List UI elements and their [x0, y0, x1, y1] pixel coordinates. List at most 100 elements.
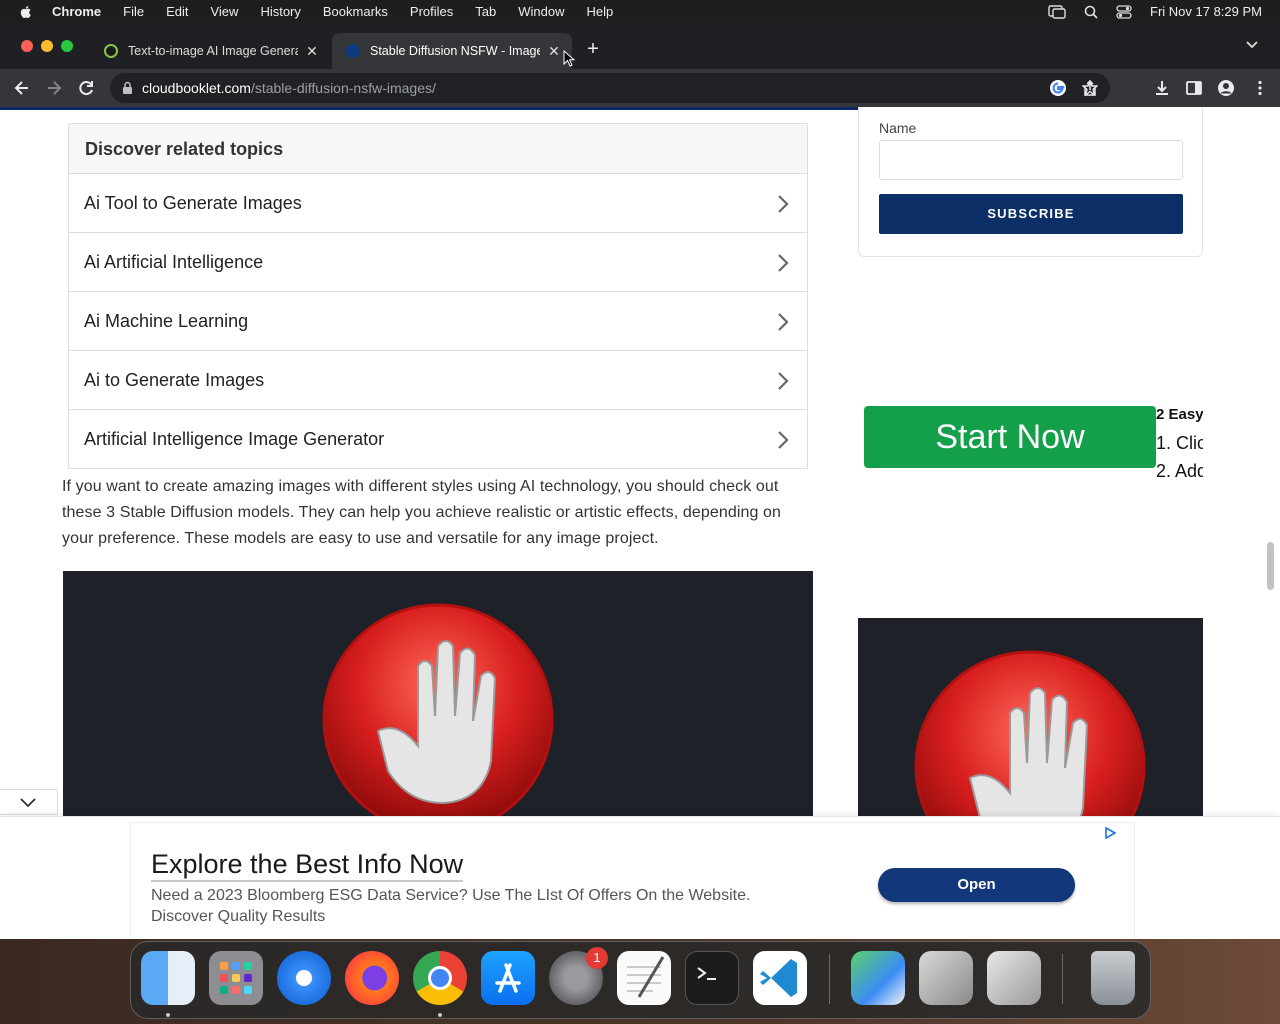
address-bar[interactable]: cloudbooklet.com/stable-diffusion-nsfw-i… — [110, 73, 1110, 103]
tab-text-to-image[interactable]: Text-to-image AI Image Generator ✕ — [90, 33, 330, 69]
ad-open-button[interactable]: Open — [878, 868, 1075, 902]
minimize-window-button[interactable] — [41, 40, 53, 52]
menu-bookmarks[interactable]: Bookmarks — [323, 4, 388, 19]
close-tab-icon[interactable]: ✕ — [304, 43, 320, 59]
textedit-icon[interactable] — [617, 951, 671, 1005]
menu-app-name[interactable]: Chrome — [52, 4, 101, 19]
reload-icon[interactable] — [76, 78, 96, 98]
more-menu-icon[interactable] — [1251, 79, 1269, 97]
related-topic-label: Ai Machine Learning — [84, 311, 249, 331]
new-tab-icon[interactable]: + — [584, 39, 602, 59]
related-topics-box: Discover related topics Ai Tool to Gener… — [68, 123, 808, 469]
chrome-icon[interactable] — [413, 951, 467, 1005]
close-window-button[interactable] — [21, 40, 33, 52]
chevron-right-icon — [778, 431, 789, 449]
ad-step: 2 Easy — [1156, 406, 1203, 423]
ad-headline[interactable]: Explore the Best Info Now — [151, 849, 464, 882]
ad-description: Need a 2023 Bloomberg ESG Data Service? … — [151, 887, 751, 925]
stop-hand-icon — [914, 650, 1146, 838]
firefox-icon[interactable] — [345, 951, 399, 1005]
safari-icon[interactable] — [277, 951, 331, 1005]
article-image — [63, 571, 813, 831]
dock-separator — [829, 954, 830, 1004]
menu-history[interactable]: History — [260, 4, 300, 19]
google-lens-icon[interactable] — [1048, 78, 1068, 98]
settings-badge: 1 — [586, 947, 608, 969]
forward-arrow-icon[interactable] — [44, 78, 64, 98]
back-arrow-icon[interactable] — [12, 78, 32, 98]
terminal-icon[interactable] — [685, 951, 739, 1005]
url-domain: cloudbooklet.com — [142, 80, 251, 96]
boot-camp-assistant-icon[interactable] — [919, 951, 973, 1005]
name-input[interactable] — [879, 140, 1183, 180]
tab-title: Stable Diffusion NSFW - Images — [370, 44, 540, 58]
newsletter-card: Name SUBSCRIBE — [858, 107, 1203, 257]
tab-search-chevron-icon[interactable] — [1246, 41, 1258, 49]
ad-step: 1. Clic — [1156, 433, 1203, 453]
url-text: cloudbooklet.com/stable-diffusion-nsfw-i… — [142, 80, 436, 96]
stop-hand-icon — [322, 603, 554, 831]
macos-menubar: Chrome File Edit View History Bookmarks … — [0, 0, 1280, 23]
menu-window[interactable]: Window — [518, 4, 564, 19]
related-topic-item[interactable]: Ai Tool to Generate Images — [69, 174, 807, 233]
screen-mirroring-icon[interactable] — [1048, 4, 1066, 19]
vscode-icon[interactable] — [753, 951, 807, 1005]
tab-strip: Text-to-image AI Image Generator ✕ Stabl… — [0, 23, 1280, 69]
app-store-icon[interactable] — [481, 951, 535, 1005]
share-icon[interactable] — [1082, 80, 1098, 96]
mouse-cursor-icon — [563, 50, 575, 67]
spotlight-search-icon[interactable] — [1084, 5, 1098, 19]
chevron-right-icon — [778, 372, 789, 390]
tab-stable-diffusion[interactable]: Stable Diffusion NSFW - Images ✕ — [332, 33, 572, 69]
menubar-clock[interactable]: Fri Nov 17 8:29 PM — [1150, 4, 1262, 19]
related-topic-item[interactable]: Ai Artificial Intelligence — [69, 233, 807, 292]
bottom-ad-banner: Explore the Best Info Now Need a 2023 Bl… — [0, 816, 1280, 939]
related-topic-label: Ai Artificial Intelligence — [84, 252, 264, 272]
side-panel-icon[interactable] — [1185, 79, 1203, 97]
ad-step: 2. Add — [1156, 461, 1203, 477]
chevron-down-icon — [20, 798, 36, 808]
menu-file[interactable]: File — [123, 4, 144, 19]
launchpad-icon[interactable] — [209, 951, 263, 1005]
ad-content[interactable]: Explore the Best Info Now Need a 2023 Bl… — [130, 822, 1135, 939]
related-topics-heading: Discover related topics — [69, 124, 807, 174]
apple-icon[interactable] — [18, 4, 34, 20]
name-label: Name — [879, 120, 917, 136]
subscribe-button[interactable]: SUBSCRIBE — [879, 194, 1183, 234]
maximize-window-button[interactable] — [61, 40, 73, 52]
menu-profiles[interactable]: Profiles — [410, 4, 453, 19]
browser-toolbar: cloudbooklet.com/stable-diffusion-nsfw-i… — [0, 69, 1280, 107]
menu-tab[interactable]: Tab — [475, 4, 496, 19]
maps-icon[interactable] — [851, 951, 905, 1005]
chevron-right-icon — [778, 195, 789, 213]
menu-edit[interactable]: Edit — [166, 4, 188, 19]
related-topic-item[interactable]: Ai Machine Learning — [69, 292, 807, 351]
trash-icon[interactable] — [1091, 951, 1135, 1005]
adchoices-icon[interactable] — [1104, 827, 1116, 839]
dock: 1 — [130, 941, 1151, 1019]
sidebar-ad: Start Now 2 Easy 1. Clic 2. Add — [858, 397, 1203, 477]
related-topic-label: Artificial Intelligence Image Generator — [84, 429, 385, 449]
control-center-icon[interactable] — [1116, 4, 1132, 19]
site-favicon-icon — [104, 44, 118, 58]
disk-utility-icon[interactable] — [987, 951, 1041, 1005]
browser-window: Text-to-image AI Image Generator ✕ Stabl… — [0, 23, 1280, 939]
menu-view[interactable]: View — [210, 4, 238, 19]
article-paragraph: If you want to create amazing images wit… — [62, 478, 782, 547]
close-tab-icon[interactable]: ✕ — [546, 43, 562, 59]
ad-steps: 2 Easy 1. Clic 2. Add — [1156, 401, 1203, 477]
finder-icon[interactable] — [141, 951, 195, 1005]
chevron-right-icon — [778, 254, 789, 272]
related-topic-item[interactable]: Ai to Generate Images — [69, 351, 807, 410]
download-icon[interactable] — [1153, 79, 1171, 97]
lock-icon[interactable] — [122, 81, 133, 95]
menu-help[interactable]: Help — [587, 4, 614, 19]
page-scrollbar-thumb[interactable] — [1267, 542, 1274, 590]
site-favicon-icon — [346, 44, 360, 58]
dock-separator — [1062, 954, 1063, 1004]
profile-icon[interactable] — [1217, 79, 1235, 97]
collapse-ad-button[interactable] — [0, 789, 58, 815]
related-topic-label: Ai to Generate Images — [84, 370, 265, 390]
related-topic-item[interactable]: Artificial Intelligence Image Generator — [69, 410, 807, 469]
start-now-button[interactable]: Start Now — [864, 406, 1156, 468]
